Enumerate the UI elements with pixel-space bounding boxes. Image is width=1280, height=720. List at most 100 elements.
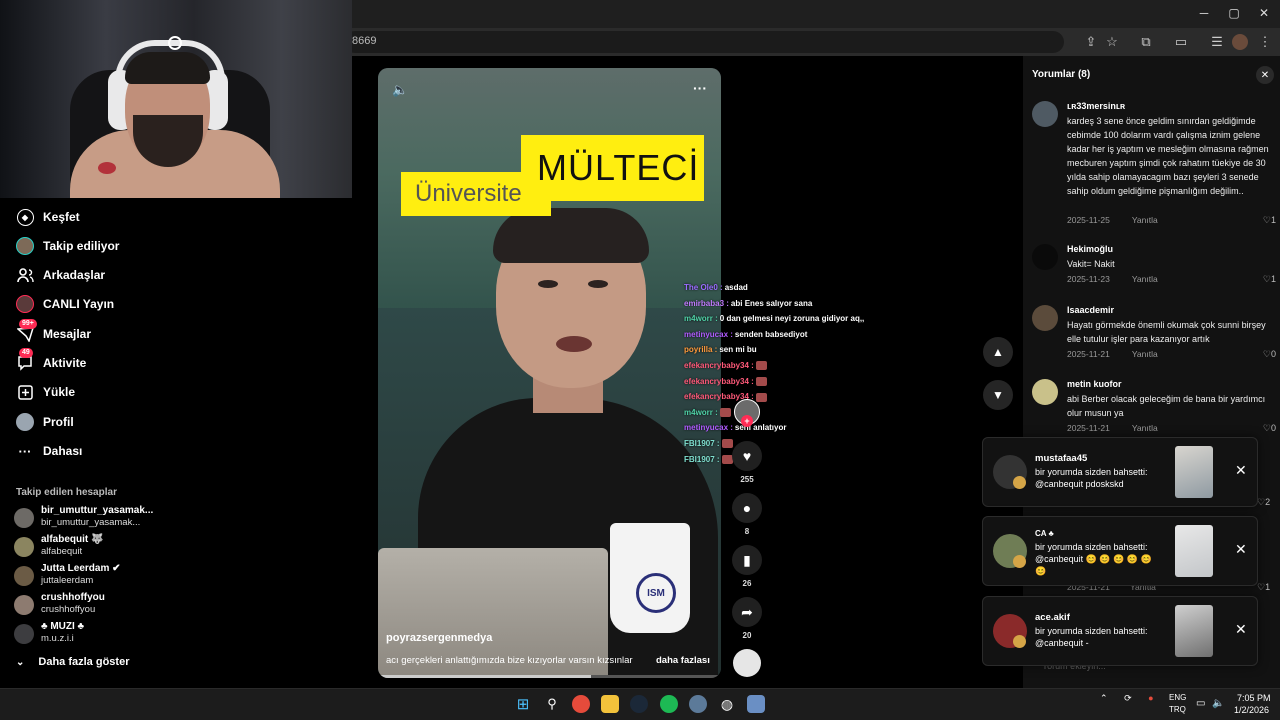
- webcam-ring-light: [168, 36, 182, 50]
- speaker-icon[interactable]: 🔈: [1212, 698, 1224, 709]
- comment-like[interactable]: ♡1: [1263, 274, 1276, 285]
- avatar[interactable]: [1032, 101, 1058, 127]
- share-icon: ➦: [732, 597, 762, 627]
- comment-like-count: 0: [1270, 423, 1276, 433]
- avatar: [14, 537, 34, 557]
- settings-icon[interactable]: [689, 695, 707, 713]
- sidebar-item-explore[interactable]: ◆ Keşfet: [16, 206, 80, 228]
- close-window-button[interactable]: ✕: [1254, 6, 1274, 20]
- comment-user[interactable]: metin kuofor: [1067, 379, 1122, 389]
- search-icon[interactable]: ⚲: [543, 695, 561, 713]
- spotify-icon[interactable]: [660, 695, 678, 713]
- windows-start-icon[interactable]: ⊞: [514, 695, 532, 713]
- browser-menu-icon[interactable]: ⋮: [1256, 34, 1274, 50]
- close-icon[interactable]: ✕: [1235, 462, 1247, 479]
- following-account[interactable]: bir_umuttur_yasamak... bir_umuttur_yasam…: [14, 505, 154, 531]
- close-icon[interactable]: ✕: [1235, 621, 1247, 638]
- avatar[interactable]: [1032, 305, 1058, 331]
- sidebar-item-more[interactable]: ··· Dahası: [16, 440, 83, 462]
- save-button[interactable]: ▮ 26: [732, 545, 762, 588]
- chevron-up-icon[interactable]: ⌃: [1100, 693, 1108, 703]
- cast-icon[interactable]: ▭: [1172, 34, 1190, 50]
- mention-notification[interactable]: mustafaa45 bir yorumda sizden bahsetti: …: [982, 437, 1258, 507]
- comment-button[interactable]: ● 8: [732, 493, 762, 536]
- comment-like[interactable]: ♡1: [1263, 215, 1276, 226]
- microphone-icon[interactable]: ●: [1148, 693, 1153, 703]
- comment-like[interactable]: ♡0: [1263, 423, 1276, 434]
- close-icon[interactable]: ✕: [1235, 541, 1247, 558]
- chat-username: poyrilla :: [684, 345, 718, 355]
- music-disc-icon[interactable]: [733, 649, 761, 677]
- chrome-icon[interactable]: [572, 695, 590, 713]
- bookmark-star-icon[interactable]: ☆: [1103, 34, 1121, 50]
- avatar[interactable]: [1032, 244, 1058, 270]
- volume-icon[interactable]: 🔈: [392, 82, 408, 98]
- following-account[interactable]: Jutta Leerdam ✔ juttaleerdam: [14, 563, 154, 589]
- comment-date: 2025-11-21: [1067, 349, 1110, 359]
- comment-meta: 2025-11-21 Yanıtla: [1067, 349, 1180, 359]
- install-icon[interactable]: ⇪: [1082, 34, 1100, 50]
- file-explorer-icon[interactable]: [601, 695, 619, 713]
- comment-like[interactable]: ♡0: [1263, 349, 1276, 360]
- activity-icon: 49: [16, 348, 34, 372]
- following-account[interactable]: alfabequit 🐺 alfabequit: [14, 534, 154, 560]
- reply-button[interactable]: Yanıtla: [1132, 423, 1158, 433]
- clock-date[interactable]: 1/2/2026: [1234, 705, 1269, 715]
- like-button[interactable]: ♥ 255: [732, 441, 762, 484]
- sidebar-item-live[interactable]: CANLI Yayın: [16, 293, 114, 315]
- sidebar-item-activity[interactable]: 49 Aktivite: [16, 348, 86, 374]
- sidebar-item-profile[interactable]: Profil: [16, 411, 74, 433]
- extensions-icon[interactable]: ⧉: [1137, 34, 1155, 50]
- video-more-link[interactable]: daha fazlası: [656, 655, 710, 666]
- close-comments-button[interactable]: ✕: [1256, 66, 1274, 84]
- stream-chat: The Ole0 : asdad emirbaba3 : abi Enes salıy…: [684, 282, 884, 469]
- comment-like[interactable]: ♡2: [1257, 497, 1270, 508]
- reply-button[interactable]: Yanıtla: [1132, 349, 1158, 359]
- sidebar-item-following[interactable]: Takip ediliyor: [16, 235, 119, 257]
- chat-username: m4worr :: [684, 314, 718, 324]
- profile-avatar-icon[interactable]: [1232, 34, 1248, 50]
- comment-like[interactable]: ♡1: [1257, 582, 1270, 593]
- comment-item: metin kuofor abi Berber olacak geleceğim…: [1032, 379, 1276, 439]
- system-tray[interactable]: ⌃ ⟳ ●: [1100, 693, 1154, 704]
- avatar[interactable]: [1032, 379, 1058, 405]
- video-options-icon[interactable]: ···: [693, 80, 707, 96]
- media-controls-icon[interactable]: ☰: [1208, 34, 1226, 50]
- sidebar-item-messages[interactable]: 99+ Mesajlar: [16, 319, 91, 345]
- comment-date: 2025-11-25: [1067, 215, 1110, 225]
- previous-video-button[interactable]: ▲: [983, 337, 1013, 367]
- video-mug-logo: ISM: [636, 573, 676, 613]
- comment-user[interactable]: Hekimoğlu: [1067, 244, 1113, 254]
- app-icon[interactable]: [747, 695, 765, 713]
- reply-button[interactable]: Yanıtla: [1132, 215, 1158, 225]
- mention-notification[interactable]: CA ♣ bir yorumda sizden bahsetti: @canbe…: [982, 516, 1258, 586]
- video-player[interactable]: ISM Üniversite li MÜLTECİ 🔈 ··· poyrazse…: [378, 68, 721, 678]
- display-icon[interactable]: ▭: [1196, 698, 1205, 709]
- video-author[interactable]: poyrazsergenmedya: [386, 632, 492, 644]
- notification-thumbnail: [1175, 446, 1213, 498]
- comment-count: 8: [744, 527, 750, 536]
- comment-user[interactable]: ʟʀ33mersinʟʀ: [1067, 101, 1125, 111]
- obs-icon[interactable]: ◍: [718, 695, 736, 713]
- comment-user[interactable]: Isaacdemir: [1067, 305, 1114, 315]
- sidebar-item-friends[interactable]: Arkadaşlar: [16, 264, 105, 286]
- show-more-button[interactable]: ⌄ Daha fazla göster: [16, 656, 129, 668]
- following-account[interactable]: crushhoffyou crushhoffyou: [14, 592, 154, 618]
- address-bar[interactable]: [344, 31, 1064, 53]
- network-icon[interactable]: ⟳: [1124, 693, 1132, 703]
- clock-time[interactable]: 7:05 PM: [1237, 693, 1271, 703]
- follow-plus-icon[interactable]: +: [741, 415, 753, 427]
- following-account[interactable]: ♣ MUZI ♣ m.u.z.i.i: [14, 621, 154, 647]
- steam-icon[interactable]: [630, 695, 648, 713]
- sidebar-item-upload[interactable]: Yükle: [16, 381, 75, 403]
- chevron-down-icon: ▼: [992, 388, 1004, 402]
- share-button[interactable]: ➦ 20: [732, 597, 762, 640]
- maximize-button[interactable]: ▢: [1224, 6, 1244, 20]
- reply-button[interactable]: Yanıtla: [1132, 274, 1158, 284]
- mention-notification[interactable]: ace.akif bir yorumda sizden bahsetti: @c…: [982, 596, 1258, 666]
- minimize-button[interactable]: ─: [1194, 6, 1214, 20]
- language-indicator[interactable]: ENG: [1169, 693, 1186, 702]
- next-video-button[interactable]: ▼: [983, 380, 1013, 410]
- keyboard-layout-indicator[interactable]: TRQ: [1169, 705, 1186, 714]
- close-icon: ✕: [1260, 69, 1270, 81]
